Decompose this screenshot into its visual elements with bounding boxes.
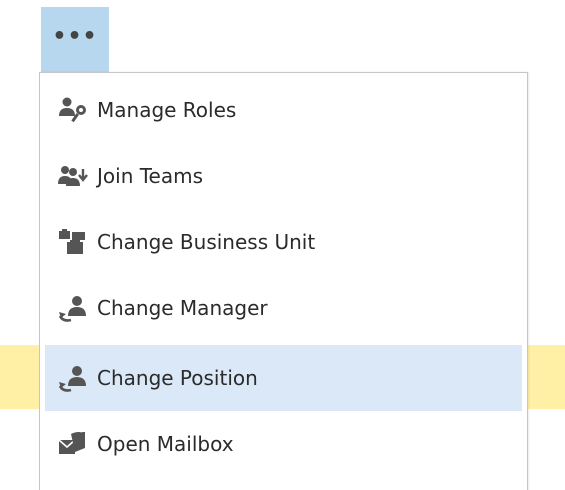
menu-item-label: Change Manager xyxy=(97,296,268,320)
menu-item-label: Join Teams xyxy=(97,164,204,188)
change-position-icon xyxy=(57,363,91,393)
join-teams-icon xyxy=(57,161,91,191)
stage: ••• Manage Roles Join Teams Change Busin… xyxy=(0,0,565,490)
menu-item-join-teams[interactable]: Join Teams xyxy=(45,143,522,209)
overflow-menu: Manage Roles Join Teams Change Business … xyxy=(39,72,528,490)
menu-item-change-manager[interactable]: Change Manager xyxy=(45,275,522,341)
change-manager-icon xyxy=(57,293,91,323)
more-commands-button[interactable]: ••• xyxy=(41,7,109,72)
menu-item-change-position[interactable]: Change Position xyxy=(45,345,522,411)
menu-item-label: Manage Roles xyxy=(97,98,237,122)
business-unit-icon xyxy=(57,227,91,257)
mailbox-icon xyxy=(57,429,91,459)
manage-roles-icon xyxy=(57,95,91,125)
menu-item-manage-roles[interactable]: Manage Roles xyxy=(45,77,522,143)
menu-item-open-mailbox[interactable]: Open Mailbox xyxy=(45,411,522,477)
menu-item-change-business-unit[interactable]: Change Business Unit xyxy=(45,209,522,275)
more-dots-icon: ••• xyxy=(52,23,98,49)
menu-item-label: Change Business Unit xyxy=(97,230,316,254)
menu-item-label: Change Position xyxy=(97,366,258,390)
menu-item-label: Open Mailbox xyxy=(97,432,234,456)
